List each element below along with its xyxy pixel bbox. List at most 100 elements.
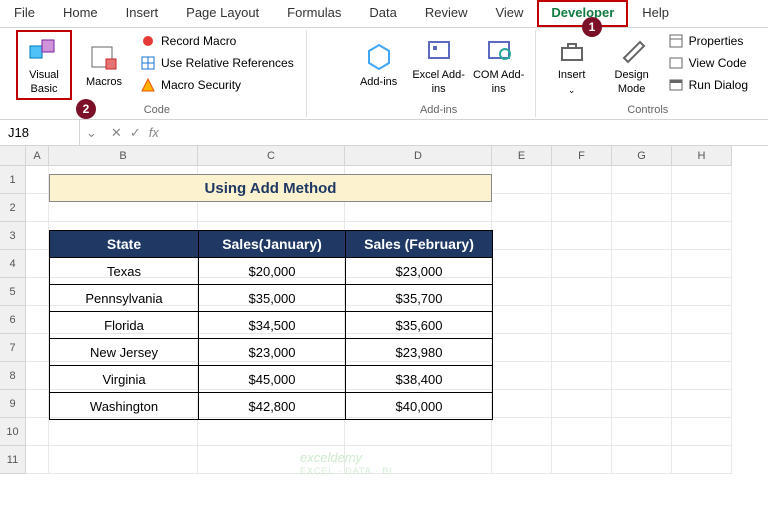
table-cell[interactable]: $35,700 bbox=[346, 285, 493, 312]
watermark: exceldemy bbox=[300, 450, 362, 465]
group-code: Visual Basic Macros Record Macro Use Rel… bbox=[8, 30, 307, 117]
addins-button[interactable]: Add-ins bbox=[351, 30, 407, 100]
col-header-B[interactable]: B bbox=[49, 146, 198, 166]
formula-bar: J18 ⌄ ✕ ✓ fx bbox=[0, 120, 768, 146]
row-header-7[interactable]: 7 bbox=[0, 334, 26, 362]
macro-security-button[interactable]: Macro Security bbox=[136, 74, 298, 96]
table-row: New Jersey$23,000$23,980 bbox=[50, 339, 493, 366]
chevron-down-icon: ⌄ bbox=[568, 85, 576, 96]
select-all-corner[interactable] bbox=[0, 146, 26, 166]
tab-review[interactable]: Review bbox=[411, 0, 482, 27]
tab-formulas[interactable]: Formulas bbox=[273, 0, 355, 27]
table-row: Washington$42,800$40,000 bbox=[50, 393, 493, 420]
table-cell[interactable]: $45,000 bbox=[199, 366, 346, 393]
table-cell[interactable]: Texas bbox=[50, 258, 199, 285]
callout-1: 1 bbox=[582, 17, 602, 37]
vb-icon bbox=[28, 34, 60, 66]
row-header-3[interactable]: 3 bbox=[0, 222, 26, 250]
table-cell[interactable]: $20,000 bbox=[199, 258, 346, 285]
insert-button[interactable]: Insert⌄ bbox=[544, 30, 600, 100]
row-header-11[interactable]: 11 bbox=[0, 446, 26, 474]
table-cell[interactable]: Pennsylvania bbox=[50, 285, 199, 312]
watermark-sub: EXCEL · DATA · BI bbox=[300, 466, 393, 476]
col-header-D[interactable]: D bbox=[345, 146, 492, 166]
group-controls: Insert⌄ Design Mode Properties View Code… bbox=[536, 30, 760, 117]
row-header-6[interactable]: 6 bbox=[0, 306, 26, 334]
row-header-1[interactable]: 1 bbox=[0, 166, 26, 194]
tab-help[interactable]: Help bbox=[628, 0, 683, 27]
table-cell[interactable]: $35,000 bbox=[199, 285, 346, 312]
excel-addins-button[interactable]: Excel Add-ins bbox=[411, 30, 467, 100]
code-group-label: Code bbox=[16, 103, 298, 117]
table-cell[interactable]: $35,600 bbox=[346, 312, 493, 339]
col-header-C[interactable]: C bbox=[198, 146, 345, 166]
table-row: Texas$20,000$23,000 bbox=[50, 258, 493, 285]
enter-icon[interactable]: ✓ bbox=[130, 125, 141, 141]
macros-button[interactable]: Macros bbox=[76, 30, 132, 100]
table-header: Sales (February) bbox=[346, 231, 493, 258]
controls-group-label: Controls bbox=[544, 103, 752, 117]
macros-icon bbox=[88, 41, 120, 73]
callout-2: 2 bbox=[76, 99, 96, 119]
tab-insert[interactable]: Insert bbox=[112, 0, 173, 27]
vb-label: Visual Basic bbox=[18, 69, 70, 95]
ruler-icon bbox=[616, 34, 648, 66]
cancel-icon[interactable]: ✕ bbox=[111, 125, 122, 141]
row-header-10[interactable]: 10 bbox=[0, 418, 26, 446]
table-header: Sales(January) bbox=[199, 231, 346, 258]
table-row: Virginia$45,000$38,400 bbox=[50, 366, 493, 393]
grid-icon bbox=[140, 55, 156, 71]
table-cell[interactable]: $23,980 bbox=[346, 339, 493, 366]
col-header-A[interactable]: A bbox=[26, 146, 49, 166]
col-header-E[interactable]: E bbox=[492, 146, 552, 166]
com-addins-button[interactable]: COM Add-ins bbox=[471, 30, 527, 100]
tab-page-layout[interactable]: Page Layout bbox=[172, 0, 273, 27]
ribbon-tabs: FileHomeInsertPage LayoutFormulasDataRev… bbox=[0, 0, 768, 28]
record-macro-button[interactable]: Record Macro bbox=[136, 30, 298, 52]
tab-home[interactable]: Home bbox=[49, 0, 112, 27]
table-cell[interactable]: $23,000 bbox=[346, 258, 493, 285]
code-icon bbox=[668, 55, 684, 71]
table-cell[interactable]: New Jersey bbox=[50, 339, 199, 366]
table-cell[interactable]: $40,000 bbox=[346, 393, 493, 420]
table-cell[interactable]: Florida bbox=[50, 312, 199, 339]
table-cell[interactable]: $34,500 bbox=[199, 312, 346, 339]
design-mode-button[interactable]: Design Mode bbox=[604, 30, 660, 100]
col-header-H[interactable]: H bbox=[672, 146, 732, 166]
view-code-button[interactable]: View Code bbox=[664, 52, 752, 74]
fx-icon[interactable]: fx bbox=[149, 125, 159, 140]
col-header-F[interactable]: F bbox=[552, 146, 612, 166]
col-header-G[interactable]: G bbox=[612, 146, 672, 166]
name-box[interactable]: J18 bbox=[0, 120, 80, 145]
row-header-4[interactable]: 4 bbox=[0, 250, 26, 278]
table-row: Florida$34,500$35,600 bbox=[50, 312, 493, 339]
properties-icon bbox=[668, 33, 684, 49]
macros-label: Macros bbox=[86, 76, 122, 89]
record-icon bbox=[140, 33, 156, 49]
table-cell[interactable]: $42,800 bbox=[199, 393, 346, 420]
com-addins-icon bbox=[483, 34, 515, 66]
run-dialog-button[interactable]: Run Dialog bbox=[664, 74, 752, 96]
table-cell[interactable]: Washington bbox=[50, 393, 199, 420]
tab-file[interactable]: File bbox=[0, 0, 49, 27]
tab-view[interactable]: View bbox=[481, 0, 537, 27]
sheet: ABCDEFGH 1234567891011 Using Add Method … bbox=[0, 146, 768, 474]
table-cell[interactable]: Virginia bbox=[50, 366, 199, 393]
row-header-2[interactable]: 2 bbox=[0, 194, 26, 222]
row-header-9[interactable]: 9 bbox=[0, 390, 26, 418]
visual-basic-button[interactable]: Visual Basic bbox=[16, 30, 72, 100]
row-header-5[interactable]: 5 bbox=[0, 278, 26, 306]
title-banner: Using Add Method bbox=[49, 174, 492, 202]
use-relative-button[interactable]: Use Relative References bbox=[136, 52, 298, 74]
table-cell[interactable]: $38,400 bbox=[346, 366, 493, 393]
warning-icon bbox=[140, 77, 156, 93]
table-row: Pennsylvania$35,000$35,700 bbox=[50, 285, 493, 312]
table-cell[interactable]: $23,000 bbox=[199, 339, 346, 366]
tab-data[interactable]: Data bbox=[355, 0, 410, 27]
properties-button[interactable]: Properties bbox=[664, 30, 752, 52]
toolbox-icon bbox=[556, 34, 588, 66]
name-box-dropdown[interactable]: ⌄ bbox=[80, 125, 103, 141]
column-headers: ABCDEFGH bbox=[26, 146, 732, 166]
row-header-8[interactable]: 8 bbox=[0, 362, 26, 390]
addins-icon bbox=[363, 41, 395, 73]
